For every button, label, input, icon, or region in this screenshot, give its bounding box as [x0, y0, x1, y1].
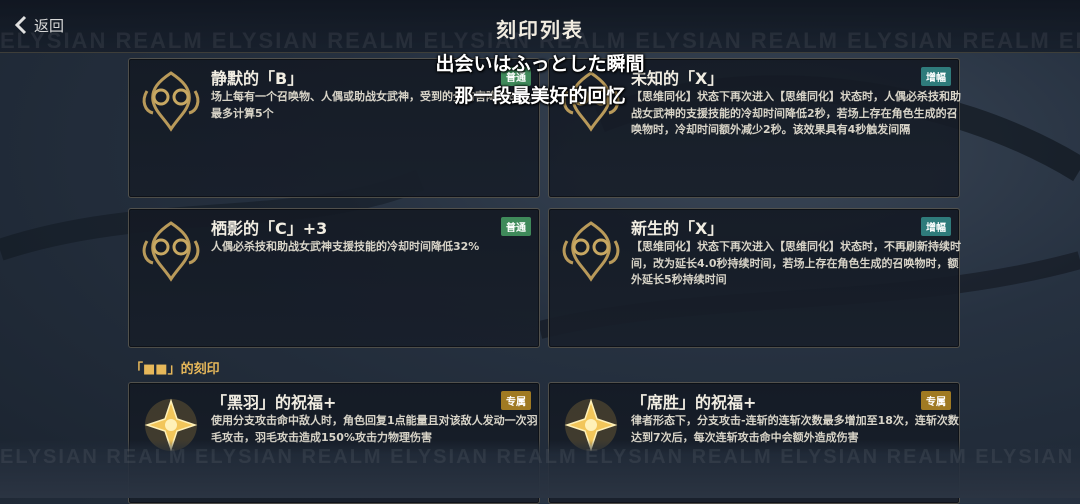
- subtitle-line-1: 出会いはふっとした瞬間: [435, 53, 645, 75]
- card-name: 新生的「X」: [631, 219, 724, 238]
- badge-common: 普通: [501, 217, 531, 236]
- stigma-card-unknown-x[interactable]: 未知的「X」 增幅 【思维同化】状态下再次进入【思维同化】状态时，人偶必杀技和助…: [548, 58, 961, 198]
- emblem-icon: [142, 221, 200, 282]
- emblem-icon: [562, 221, 620, 282]
- stigma-card-reborn-x[interactable]: 新生的「X」 增幅 【思维同化】状态下再次进入【思维同化】状态时，不再刷新持续时…: [548, 208, 961, 348]
- stigma-card-shadow-c[interactable]: 栖影的「C」+3 普通 人偶必杀技和助战女武神支援技能的冷却时间降低32%: [128, 208, 540, 348]
- badge-boost: 增幅: [921, 217, 951, 236]
- badge-exclusive: 专属: [921, 391, 951, 410]
- section-label: 「■■」的刻印: [130, 362, 220, 377]
- badge-exclusive: 专属: [501, 391, 531, 410]
- card-name: 「席胜」的祝福+: [631, 393, 757, 412]
- card-name: 栖影的「C」+3: [211, 219, 328, 238]
- card-description: 【思维同化】状态下再次进入【思维同化】状态时，不再刷新持续时间，改为延长4.0秒…: [631, 240, 961, 286]
- subtitle-line-2: 那一段最美好的回忆: [454, 85, 626, 107]
- page-title: 刻印列表: [496, 18, 584, 42]
- bottom-banner-text: ELYSIAN REALM ELYSIAN REALM ELYSIAN REAL…: [0, 446, 1080, 466]
- card-description: 人偶必杀技和助战女武神支援技能的冷却时间降低32%: [211, 240, 480, 253]
- stigma-card-silent-b[interactable]: 静默的「B」 普通 场上每有一个召唤物、人偶或助战女武神，受到的全伤害降低8%，…: [128, 58, 540, 198]
- card-name: 「黑羽」的祝福+: [211, 393, 337, 412]
